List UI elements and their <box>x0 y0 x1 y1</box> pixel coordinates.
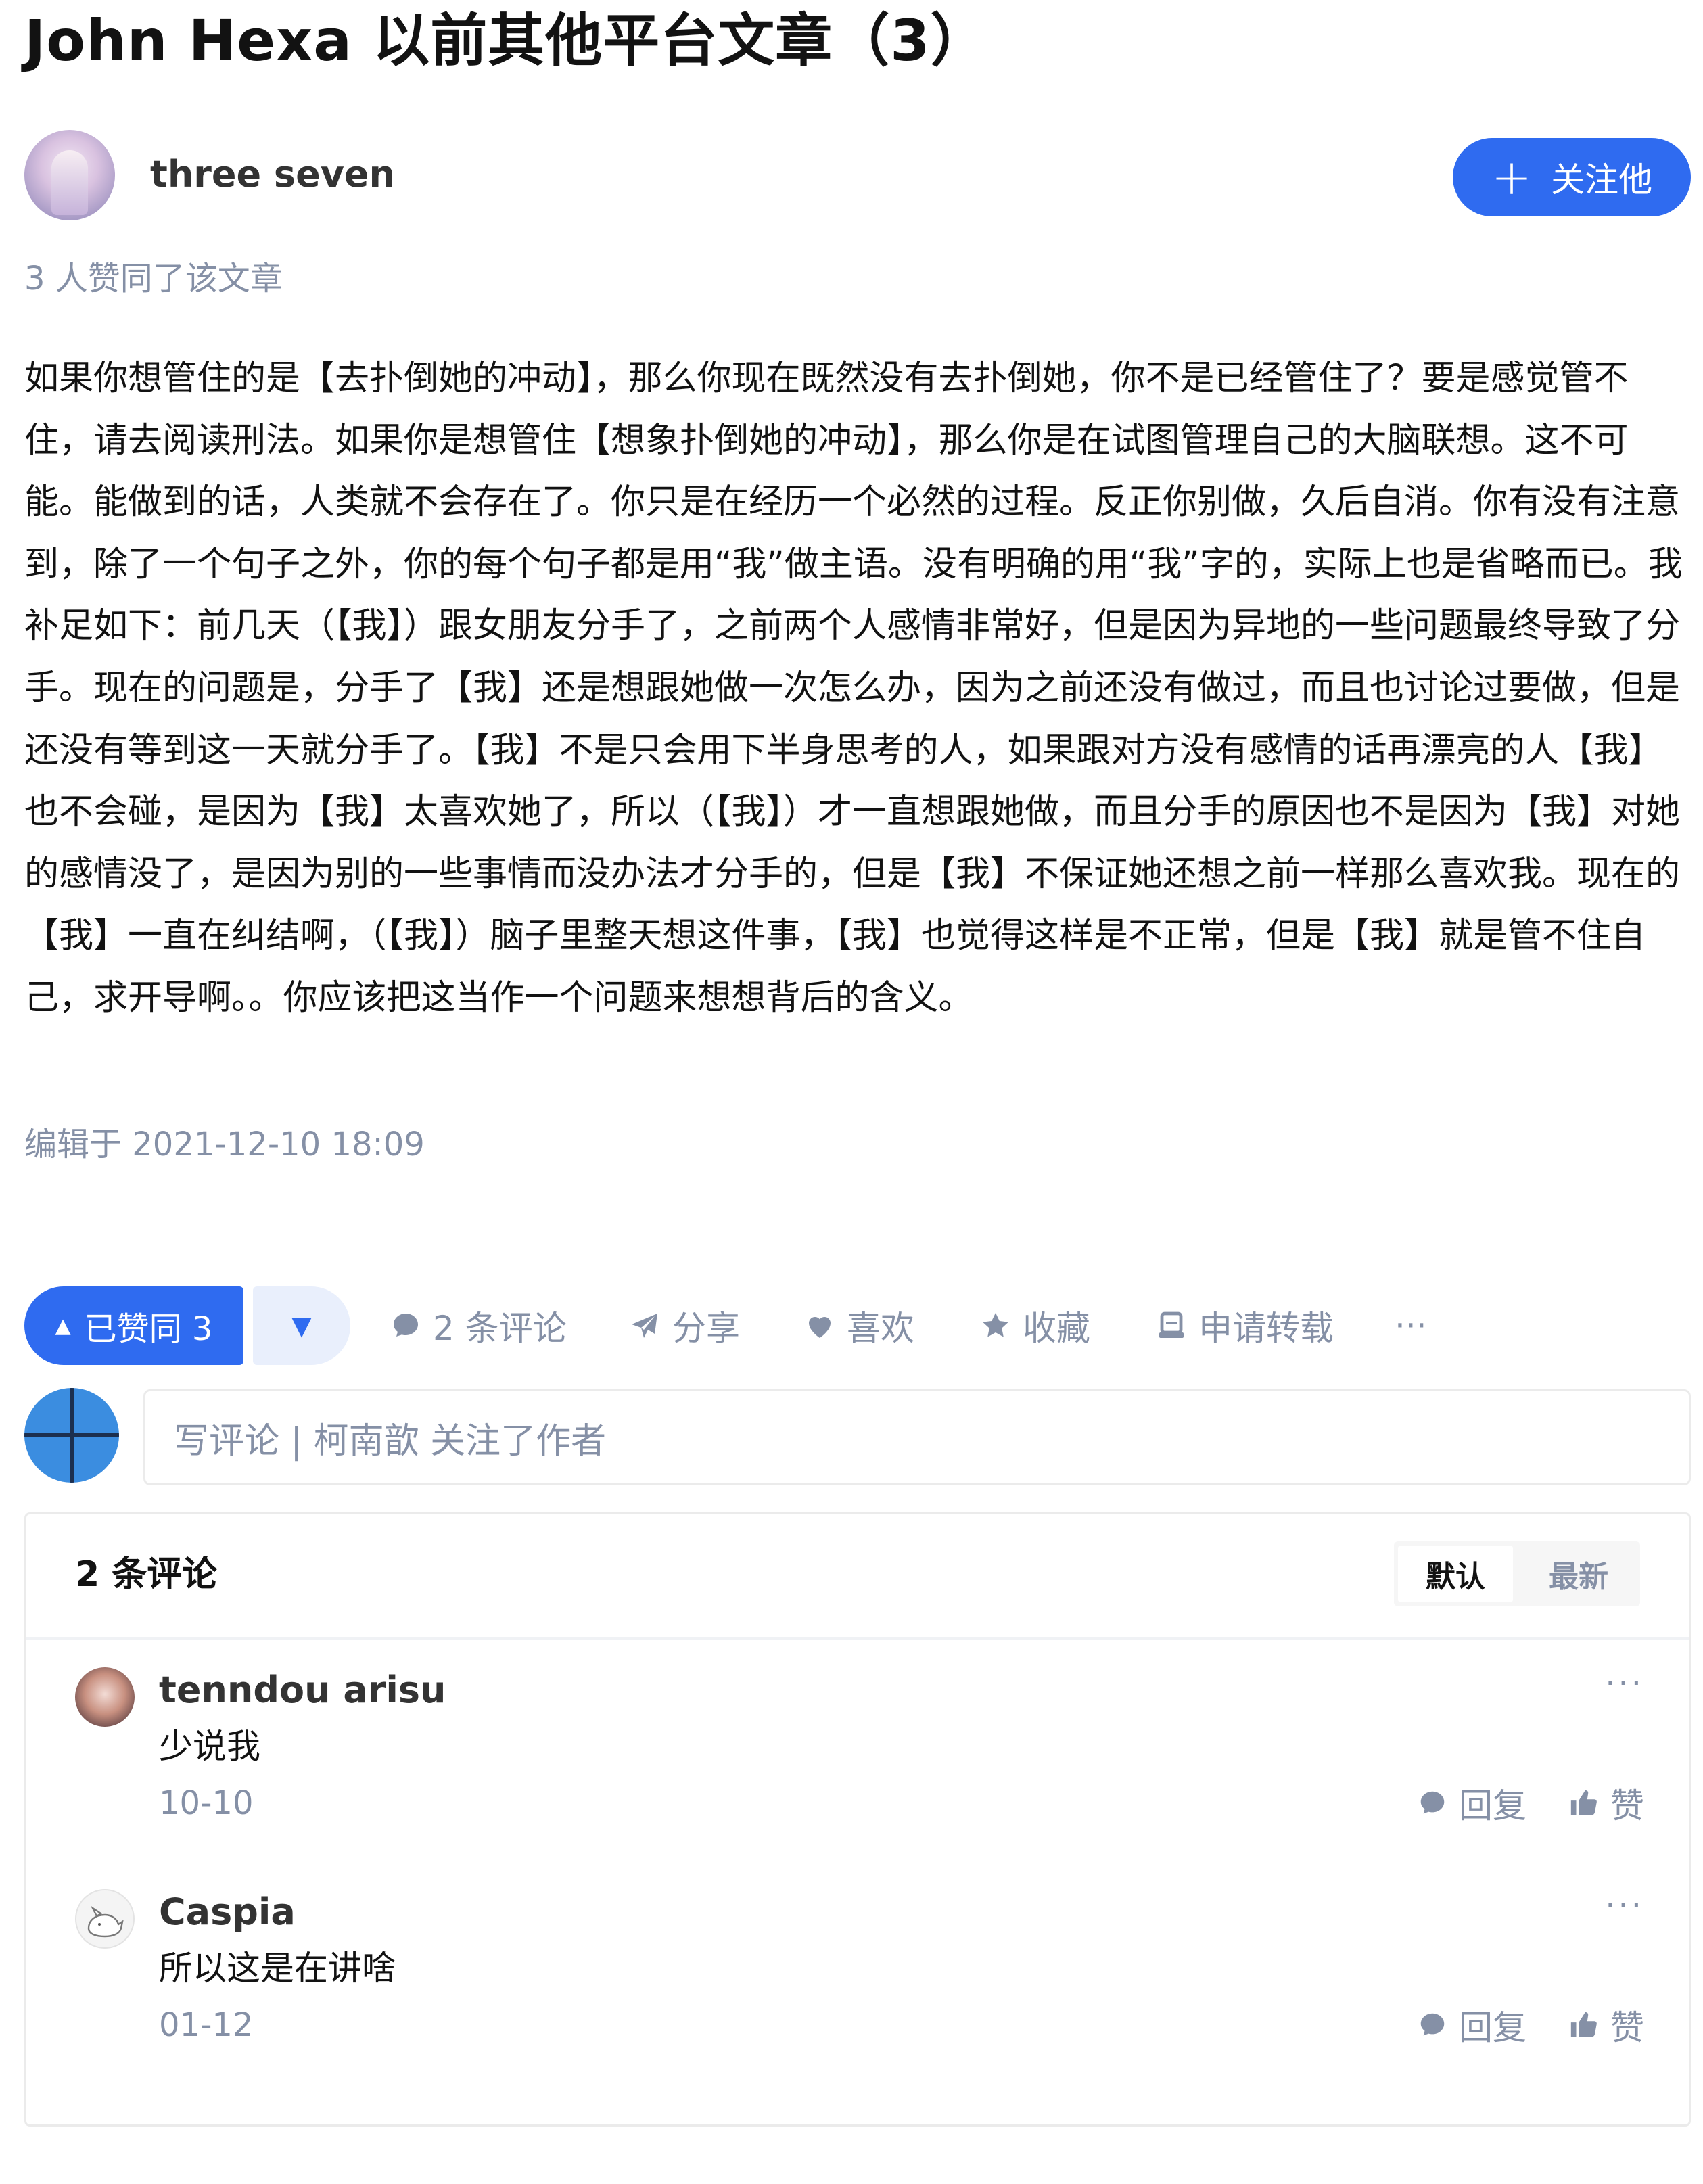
likes-count[interactable]: 3 人赞同了该文章 <box>24 258 283 299</box>
more-actions-button[interactable]: ··· <box>1395 1286 1427 1365</box>
edited-time: 编辑于 2021-12-10 18:09 <box>24 1125 425 1163</box>
comment-date: 01-12 <box>159 2006 254 2044</box>
action-bar: ▲ 已赞同 3 ▼ 2 条评论 分享 喜欢 收藏 申请转载 ··· <box>24 1286 1691 1365</box>
like-label: 赞 <box>1610 2008 1644 2047</box>
triangle-down-icon: ▼ <box>291 1311 312 1341</box>
follow-button[interactable]: + 关注他 <box>1453 138 1691 216</box>
comment-item: Caspia 所以这是在讲啥 01-12 ··· 回复 赞 <box>75 1885 1644 2081</box>
author-row: three seven + 关注他 <box>24 130 1691 223</box>
plus-icon: + <box>1491 149 1533 206</box>
commenter-name[interactable]: tenndou arisu <box>159 1663 446 1717</box>
comment-icon <box>394 1314 418 1337</box>
thumbs-up-icon <box>1570 1790 1597 1815</box>
reply-button[interactable]: 回复 <box>1417 1779 1526 1828</box>
comment-more-icon[interactable]: ··· <box>1605 1665 1644 1702</box>
paper-plane-icon <box>632 1314 657 1338</box>
comment-text: 所以这是在讲啥 <box>159 1949 396 1988</box>
star-icon <box>983 1313 1008 1337</box>
repost-label: 申请转载 <box>1198 1309 1334 1348</box>
more-icon: ··· <box>1395 1306 1427 1345</box>
comment-like-button[interactable]: 赞 <box>1568 1779 1644 1828</box>
comment-actions: 回复 赞 <box>1417 2001 1644 2049</box>
commenter-name[interactable]: Caspia <box>159 1885 296 1939</box>
like-label: 喜欢 <box>847 1309 914 1348</box>
downvote-button[interactable]: ▼ <box>253 1286 350 1365</box>
article-title: John Hexa 以前其他平台文章（3） <box>24 7 988 74</box>
article-content: 如果你想管住的是【去扑倒她的冲动】，那么你现在既然没有去扑倒她，你不是已经管住了… <box>24 358 1683 1018</box>
author-avatar[interactable] <box>24 130 115 220</box>
comment-date: 10-10 <box>159 1784 254 1822</box>
commenter-avatar[interactable] <box>75 1667 135 1727</box>
reply-label: 回复 <box>1459 1786 1526 1826</box>
comments-label: 2 条评论 <box>433 1309 567 1348</box>
sort-default-tab[interactable]: 默认 <box>1398 1546 1513 1602</box>
reply-button[interactable]: 回复 <box>1417 2001 1526 2049</box>
favorite-button[interactable]: 收藏 <box>979 1286 1090 1365</box>
comment-like-button[interactable]: 赞 <box>1568 2001 1644 2049</box>
favorite-label: 收藏 <box>1023 1309 1090 1348</box>
upvote-label: 已赞同 3 <box>84 1310 213 1348</box>
comments-panel: 2 条评论 默认 最新 tenndou arisu 少说我 10-10 ··· … <box>24 1512 1691 2127</box>
comment-text: 少说我 <box>159 1727 260 1766</box>
like-button[interactable]: 喜欢 <box>803 1286 914 1365</box>
commenter-avatar[interactable] <box>75 1889 135 1949</box>
cat-icon <box>87 1905 124 1938</box>
comment-actions: 回复 赞 <box>1417 1780 1644 1827</box>
author-name[interactable]: three seven <box>150 150 395 199</box>
share-label: 分享 <box>672 1309 740 1348</box>
comment-icon <box>1420 1791 1445 1814</box>
triangle-up-icon: ▲ <box>55 1314 71 1338</box>
comment-item: tenndou arisu 少说我 10-10 ··· 回复 赞 <box>75 1663 1644 1859</box>
heart-icon <box>809 1317 831 1338</box>
comment-placeholder: 写评论 | 柯南歆 关注了作者 <box>174 1420 607 1462</box>
thumbs-up-icon <box>1570 2012 1597 2037</box>
reply-label: 回复 <box>1459 2008 1526 2047</box>
sort-switch: 默认 最新 <box>1394 1541 1640 1606</box>
comment-input[interactable]: 写评论 | 柯南歆 关注了作者 <box>143 1389 1691 1485</box>
comments-title: 2 条评论 <box>75 1554 218 1595</box>
repost-button[interactable]: 申请转载 <box>1155 1286 1334 1365</box>
sort-latest-tab[interactable]: 最新 <box>1517 1541 1640 1606</box>
comment-input-row: 写评论 | 柯南歆 关注了作者 <box>24 1388 1691 1487</box>
document-icon <box>1159 1311 1184 1338</box>
follow-label: 关注他 <box>1551 160 1653 200</box>
like-label: 赞 <box>1610 1786 1644 1826</box>
comment-more-icon[interactable]: ··· <box>1605 1886 1644 1924</box>
upvote-button[interactable]: ▲ 已赞同 3 <box>24 1286 243 1365</box>
share-button[interactable]: 分享 <box>629 1286 740 1365</box>
user-avatar[interactable] <box>24 1388 119 1483</box>
comments-button[interactable]: 2 条评论 <box>390 1286 567 1365</box>
comment-icon <box>1420 2013 1445 2036</box>
comments-header: 2 条评论 默认 最新 <box>26 1514 1689 1640</box>
